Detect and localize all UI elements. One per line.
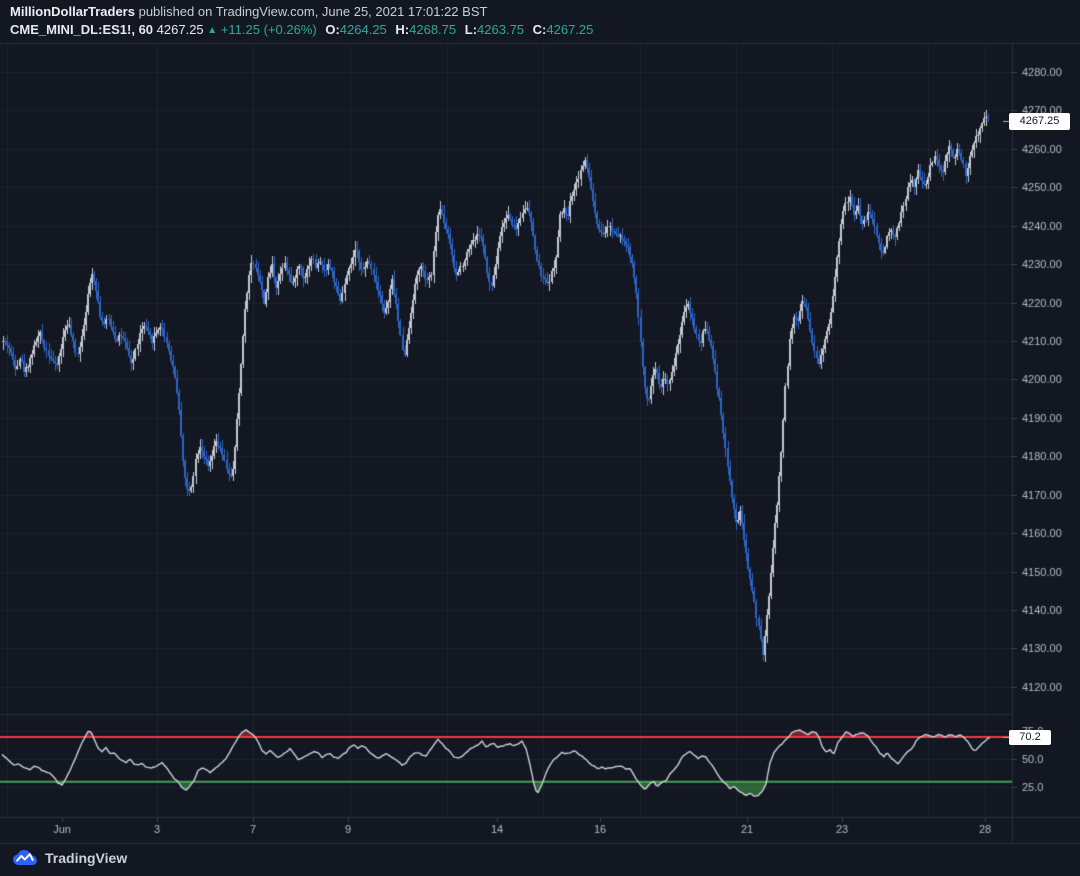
symbol-interval: CME_MINI_DL:ES1!, 60 [10,22,154,37]
author-name[interactable]: MillionDollarTraders [10,4,135,19]
tradingview-logo-icon [13,850,37,865]
open-label: O: [325,22,340,37]
high-label: H: [395,22,410,37]
up-triangle-icon: ▲ [207,25,218,36]
symbol-status-line: CME_MINI_DL:ES1!, 60 4267.25 ▲ +11.25 (+… [10,21,593,40]
close-label: C: [532,22,547,37]
price-change: +11.25 (+0.26%) [220,22,317,37]
price-and-rsi-chart-canvas[interactable] [0,0,1080,876]
last-price-value: 4267.25 [156,22,204,37]
tradingview-logo-text: TradingView [45,850,128,866]
rsi-value-axis-label: 70.2 [1009,730,1051,745]
chart-header: MillionDollarTraders published on Tradin… [10,4,593,40]
low-label: L: [464,22,478,37]
byline-text: published on TradingView.com, June 25, 2… [134,4,488,19]
close-value: 4267.25 [546,22,594,37]
byline: MillionDollarTraders published on Tradin… [10,4,593,20]
open-value: 4264.25 [339,22,387,37]
tradingview-snapshot: MillionDollarTraders published on Tradin… [0,0,1080,876]
high-value: 4268.75 [409,22,457,37]
tradingview-footer[interactable]: TradingView [12,845,127,871]
low-value: 4263.75 [477,22,525,37]
last-price-axis-label: 4267.25 [1009,113,1070,130]
